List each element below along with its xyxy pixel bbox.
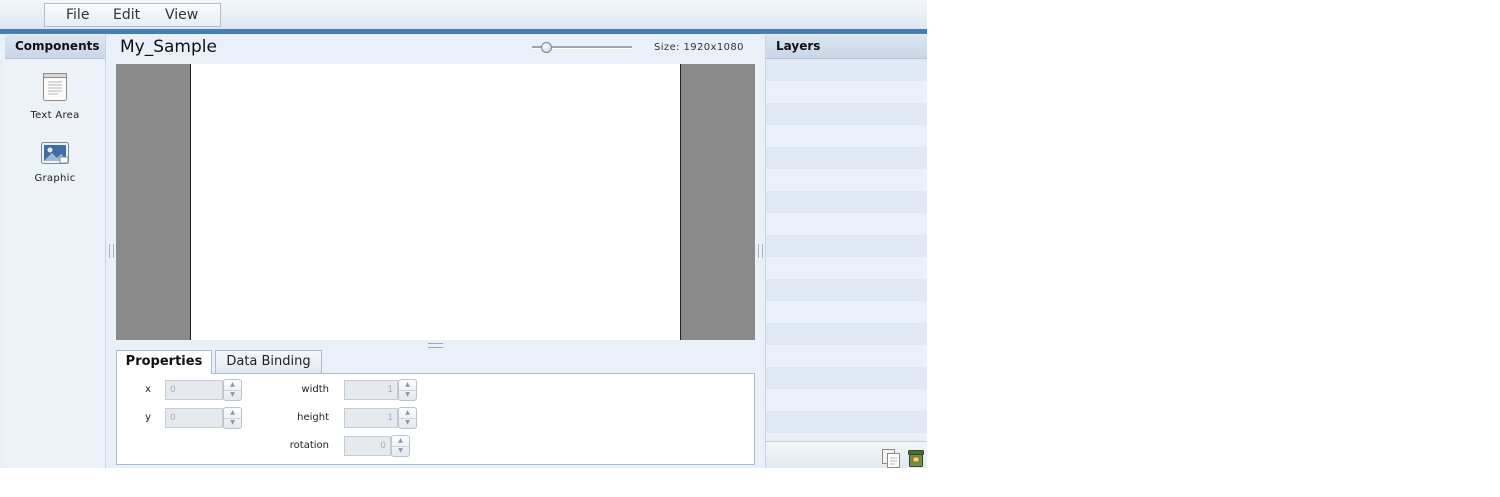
x-label: x xyxy=(145,384,151,395)
rotation-stepper[interactable]: ▲ ▼ xyxy=(391,435,410,457)
accent-bar xyxy=(0,29,927,34)
menu-bar: File Edit View xyxy=(0,0,927,29)
component-text-area[interactable]: Text Area xyxy=(5,72,105,121)
left-splitter-handle[interactable] xyxy=(109,244,114,258)
height-decrement-button[interactable]: ▼ xyxy=(399,418,416,428)
component-label: Graphic xyxy=(34,173,76,184)
components-panel: Components Text Area Graphic xyxy=(5,35,106,468)
height-input[interactable]: 1 xyxy=(344,408,398,428)
layers-list[interactable] xyxy=(766,59,927,441)
y-input[interactable]: 0 xyxy=(165,408,223,428)
width-label: width xyxy=(301,384,329,395)
rotation-decrement-button[interactable]: ▼ xyxy=(392,446,409,456)
menu-file[interactable]: File xyxy=(66,7,89,23)
duplicate-layer-icon[interactable] xyxy=(881,448,901,468)
menu-view[interactable]: View xyxy=(165,7,198,23)
zoom-slider[interactable] xyxy=(532,42,632,53)
y-label: y xyxy=(145,412,151,423)
layers-panel: Layers xyxy=(765,35,927,468)
properties-panel: x 0 ▲ ▼ y 0 ▲ ▼ width 1 ▲ ▼ height 1 ▲ ▼… xyxy=(116,373,755,465)
tab-data-binding[interactable]: Data Binding xyxy=(215,350,322,373)
layers-footer xyxy=(766,441,927,468)
layers-header: Layers xyxy=(766,35,927,59)
app-window: File Edit View Components Text Area Grap… xyxy=(0,0,927,468)
rotation-input[interactable]: 0 xyxy=(344,436,391,456)
rotation-label: rotation xyxy=(289,440,329,451)
width-input[interactable]: 1 xyxy=(344,380,398,400)
menu-edit[interactable]: Edit xyxy=(113,7,140,23)
y-decrement-button[interactable]: ▼ xyxy=(224,418,241,428)
height-label: height xyxy=(297,412,329,423)
height-stepper[interactable]: ▲ ▼ xyxy=(398,407,417,429)
y-stepper[interactable]: ▲ ▼ xyxy=(223,407,242,429)
document-title: My_Sample xyxy=(120,37,217,57)
tab-properties[interactable]: Properties xyxy=(116,350,212,374)
x-input[interactable]: 0 xyxy=(165,380,223,400)
graphic-icon xyxy=(41,142,69,164)
zoom-slider-thumb[interactable] xyxy=(541,42,552,53)
width-decrement-button[interactable]: ▼ xyxy=(399,390,416,400)
menu-group: File Edit View xyxy=(44,3,221,27)
width-stepper[interactable]: ▲ ▼ xyxy=(398,379,417,401)
text-area-icon xyxy=(43,73,67,101)
component-graphic[interactable]: Graphic xyxy=(5,141,105,184)
delete-layer-icon[interactable] xyxy=(907,448,925,468)
component-label: Text Area xyxy=(30,110,80,121)
canvas-area[interactable] xyxy=(116,64,755,340)
components-header: Components xyxy=(5,35,105,59)
x-stepper[interactable]: ▲ ▼ xyxy=(223,379,242,401)
x-decrement-button[interactable]: ▼ xyxy=(224,390,241,400)
right-splitter-handle[interactable] xyxy=(758,244,763,258)
bottom-splitter-handle[interactable] xyxy=(428,343,443,348)
artboard[interactable] xyxy=(190,64,681,340)
canvas-size-label: Size: 1920x1080 xyxy=(654,42,744,53)
